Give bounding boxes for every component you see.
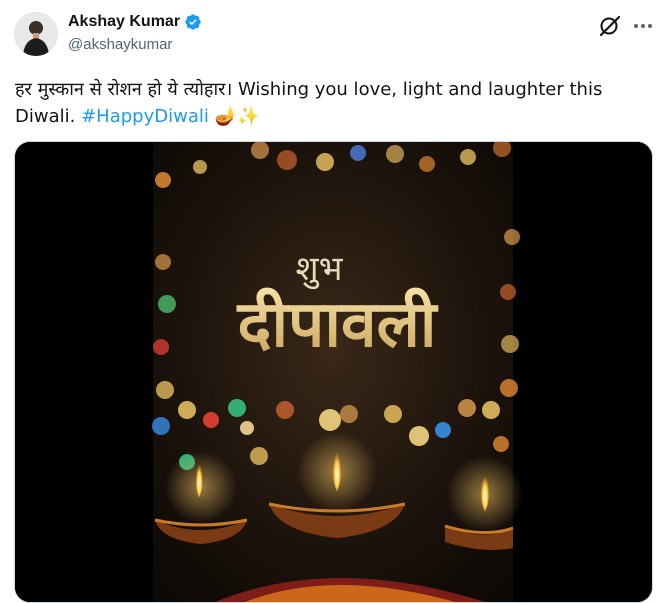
media-title-large: दीपावली	[236, 287, 438, 362]
diwali-greeting-image: शुभ दीपावली	[15, 142, 652, 602]
grok-button[interactable]	[597, 13, 623, 39]
profile-photo-icon	[14, 12, 58, 56]
diya-sparkles-emoji: 🪔✨	[214, 106, 260, 127]
tweet-media-video[interactable]: शुभ दीपावली	[14, 141, 653, 603]
grok-icon	[599, 15, 621, 37]
media-title-small: शुभ	[295, 249, 343, 290]
author-display-name[interactable]: Akshay Kumar	[68, 13, 180, 31]
tweet-text: हर मुस्कान से रोशन हो ये त्योहार। Wishin…	[15, 76, 645, 130]
author-name-row[interactable]: Akshay Kumar	[68, 13, 202, 31]
hashtag-link[interactable]: #HappyDiwali	[81, 106, 209, 127]
more-options-button[interactable]	[630, 13, 656, 39]
author-handle[interactable]: @akshaykumar	[68, 36, 172, 53]
avatar[interactable]	[14, 12, 58, 56]
verified-badge-icon	[185, 14, 201, 30]
more-options-icon	[634, 24, 652, 28]
